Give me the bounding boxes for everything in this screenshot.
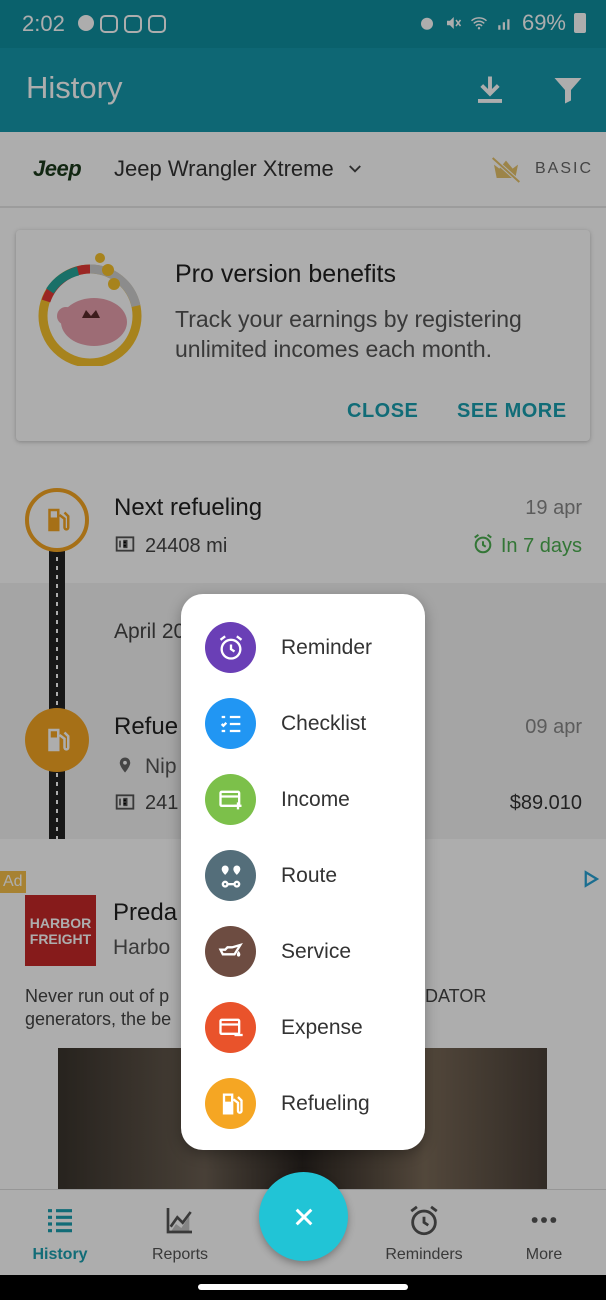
menu-item-label: Expense — [281, 1016, 363, 1039]
menu-item-label: Route — [281, 864, 338, 887]
income-card-icon — [205, 774, 256, 825]
menu-item-expense[interactable]: Expense — [181, 990, 425, 1060]
menu-item-label: Reminder — [281, 636, 373, 659]
menu-item-label: Refueling — [281, 1092, 370, 1115]
menu-item-label: Income — [281, 788, 350, 811]
menu-item-refueling[interactable]: Refueling — [181, 1066, 425, 1136]
menu-item-label: Checklist — [281, 712, 367, 735]
fuel-pump-icon — [205, 1078, 256, 1129]
close-icon — [295, 1208, 312, 1225]
close-fab-button[interactable] — [259, 1172, 348, 1261]
menu-item-reminder[interactable]: Reminder — [181, 610, 425, 680]
system-navigation-bar — [0, 1275, 606, 1300]
home-gesture-handle[interactable] — [198, 1284, 408, 1290]
menu-item-service[interactable]: Service — [181, 914, 425, 984]
menu-item-label: Service — [281, 940, 352, 963]
expense-card-icon — [205, 1002, 256, 1053]
route-icon — [205, 850, 256, 901]
alarm-clock-icon — [205, 622, 256, 673]
menu-item-income[interactable]: Income — [181, 762, 425, 832]
menu-item-route[interactable]: Route — [181, 838, 425, 908]
checklist-icon — [205, 698, 256, 749]
add-entry-menu: Reminder Checklist Income Route Service … — [181, 594, 425, 1150]
oil-can-icon — [205, 926, 256, 977]
menu-item-checklist[interactable]: Checklist — [181, 686, 425, 756]
